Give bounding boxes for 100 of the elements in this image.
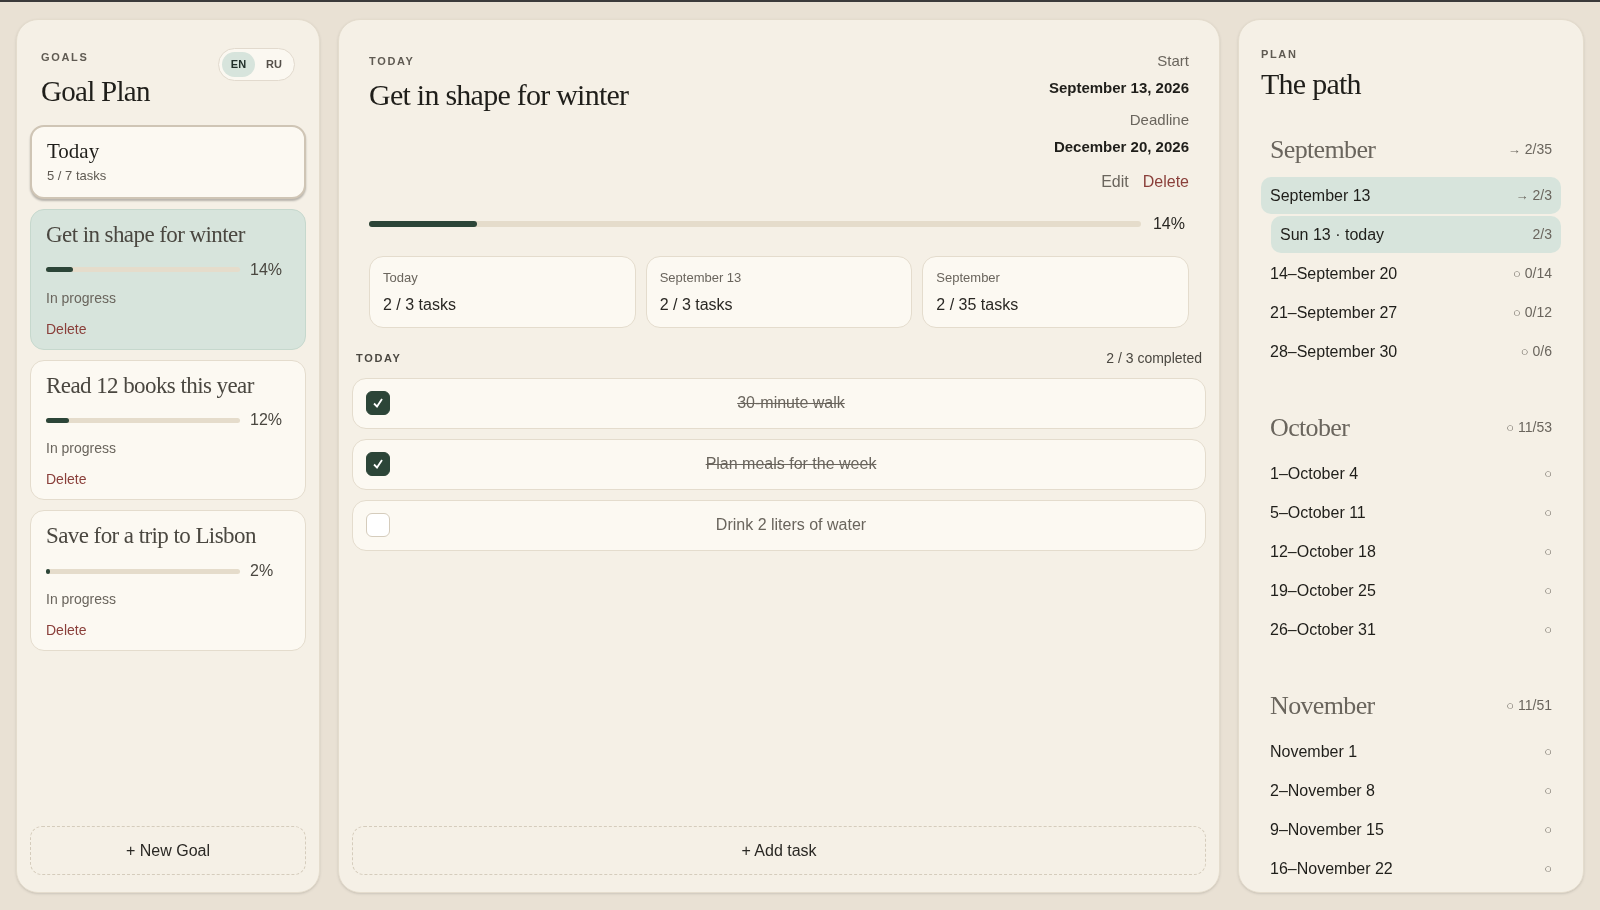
status-mark: ○ (1544, 742, 1552, 761)
row-label: 19–October 25 (1270, 580, 1376, 601)
check-icon (372, 458, 384, 470)
plan-row[interactable]: 21–September 27 ○ 0/12 (1261, 294, 1561, 331)
row-count: 0/12 (1524, 303, 1552, 322)
delete-link[interactable]: Delete (46, 469, 87, 491)
delete-link[interactable]: Delete (1142, 170, 1189, 194)
status-mark: ○ (1544, 859, 1552, 878)
deadline-date: December 20, 2026 (1053, 136, 1189, 157)
status-mark: ○ (1544, 503, 1552, 522)
delete-link[interactable]: Delete (46, 620, 87, 641)
today-card[interactable]: Today 5 / 7 tasks (30, 125, 306, 199)
plan-row[interactable]: Sun 13 · today 2/3 (1271, 216, 1561, 253)
task-text: Plan meals for the week (704, 454, 878, 474)
task-text: Drink 2 liters of water (714, 515, 868, 535)
plan-row[interactable]: 14–September 20 ○ 0/14 (1261, 255, 1561, 292)
progress-percent: 14% (250, 259, 283, 280)
plan-row[interactable]: 9–November 15 ○ (1261, 811, 1561, 848)
goal-heading: Get in shape for winter (369, 76, 629, 113)
row-label: 21–September 27 (1270, 302, 1398, 323)
status-mark: ○ (1506, 418, 1514, 437)
row-label: November 1 (1270, 741, 1358, 762)
check-icon (372, 397, 384, 409)
start-date: September 13, 2026 (1048, 77, 1189, 98)
row-count: 2/3 (1532, 225, 1552, 244)
plan-row[interactable]: September 13 → 2/3 (1261, 177, 1561, 214)
stat-value: 2 / 3 tasks (659, 294, 734, 315)
row-label: 5–October 11 (1270, 502, 1366, 523)
edit-link[interactable]: Edit (1101, 170, 1129, 194)
status-mark: ○ (1506, 696, 1514, 715)
task-text: 30-minute walk (736, 393, 846, 413)
row-label: September 13 (1270, 185, 1371, 206)
section-label: TODAY (356, 350, 402, 366)
goal-card[interactable]: Save for a trip to Lisbon 2% In progress Delete (30, 510, 306, 651)
task-checkbox[interactable] (366, 452, 390, 476)
status-mark: ○ (1544, 542, 1552, 561)
plan-row[interactable]: 26–October 31 ○ (1261, 611, 1561, 648)
status-mark: ○ (1544, 781, 1552, 800)
status-mark: ○ (1520, 342, 1529, 361)
app-title: Goal Plan (41, 73, 150, 109)
status-mark: ○ (1544, 820, 1552, 839)
row-label: 1–October 4 (1270, 463, 1359, 484)
status-mark: → (1507, 140, 1521, 159)
row-label: 2–November 8 (1270, 780, 1375, 801)
month-count: 2/35 (1524, 140, 1552, 159)
delete-link[interactable]: Delete (46, 318, 87, 340)
plan-row[interactable]: 28–September 30 ○ 0/6 (1261, 333, 1561, 370)
month-heading: November (1270, 690, 1375, 722)
stat-label: Today (383, 269, 419, 287)
language-option[interactable]: RU (257, 52, 291, 77)
status-mark: ○ (1544, 620, 1552, 639)
section-label: TODAY (369, 54, 416, 69)
plan-row[interactable]: November 1 ○ (1261, 733, 1561, 770)
card-title: Today (47, 138, 101, 165)
progress-percent: 2% (250, 561, 274, 581)
stat-value: 2 / 3 tasks (383, 294, 457, 315)
goal-status: In progress (46, 439, 118, 459)
progress-percent: 12% (250, 410, 283, 431)
goal-card[interactable]: Get in shape for winter 14% In progress Delete (30, 208, 306, 350)
plan-row[interactable]: 16–November 22 ○ (1261, 850, 1561, 887)
plan-title: The path (1261, 65, 1362, 102)
row-label: 26–October 31 (1270, 619, 1376, 640)
stat-label: September (936, 269, 1001, 287)
plan-row[interactable]: 19–October 25 ○ (1261, 572, 1561, 609)
section-label: GOALS (41, 50, 90, 65)
progress-percent: 14% (1152, 214, 1185, 234)
date-label: Start (1157, 51, 1189, 71)
status-mark: ○ (1544, 464, 1552, 483)
language-option[interactable]: EN (221, 52, 256, 77)
tasks-summary: 2 / 3 completed (1106, 348, 1202, 368)
row-count: 0/6 (1532, 342, 1552, 361)
goal-status: In progress (46, 288, 118, 308)
row-label: 9–November 15 (1270, 819, 1384, 840)
row-label: 14–September 20 (1270, 263, 1398, 284)
status-mark: → (1515, 186, 1529, 205)
stat-label: September 13 (659, 269, 743, 287)
status-mark: ○ (1544, 581, 1552, 600)
new-goal-button[interactable]: + New Goal (30, 826, 306, 875)
goal-card[interactable]: Read 12 books this year 12% In progress Delete (30, 359, 306, 501)
plan-row[interactable]: 2–November 8 ○ (1261, 772, 1561, 809)
task-checkbox[interactable] (366, 391, 390, 415)
goal-status: In progress (46, 590, 118, 609)
month-count: 11/51 (1518, 696, 1552, 715)
row-count: 0/14 (1524, 264, 1552, 283)
goal-title: Read 12 books this year (46, 371, 256, 400)
row-label: 28–September 30 (1270, 341, 1398, 362)
row-label: 16–November 22 (1270, 858, 1393, 879)
add-task-button[interactable]: + Add task (352, 826, 1206, 875)
row-count: 2/3 (1532, 186, 1552, 205)
stat-value: 2 / 35 tasks (936, 294, 1020, 315)
goal-title: Save for a trip to Lisbon (46, 522, 257, 551)
row-label: 12–October 18 (1270, 541, 1376, 562)
plan-row[interactable]: 12–October 18 ○ (1261, 533, 1561, 570)
goal-title: Get in shape for winter (46, 220, 247, 249)
status-mark: ○ (1512, 264, 1521, 283)
plan-row[interactable]: 5–October 11 ○ (1261, 494, 1561, 531)
status-mark: ○ (1512, 303, 1521, 322)
date-label: Deadline (1129, 110, 1189, 130)
plan-row[interactable]: 1–October 4 ○ (1261, 455, 1561, 492)
task-count: 5 / 7 tasks (47, 167, 108, 186)
